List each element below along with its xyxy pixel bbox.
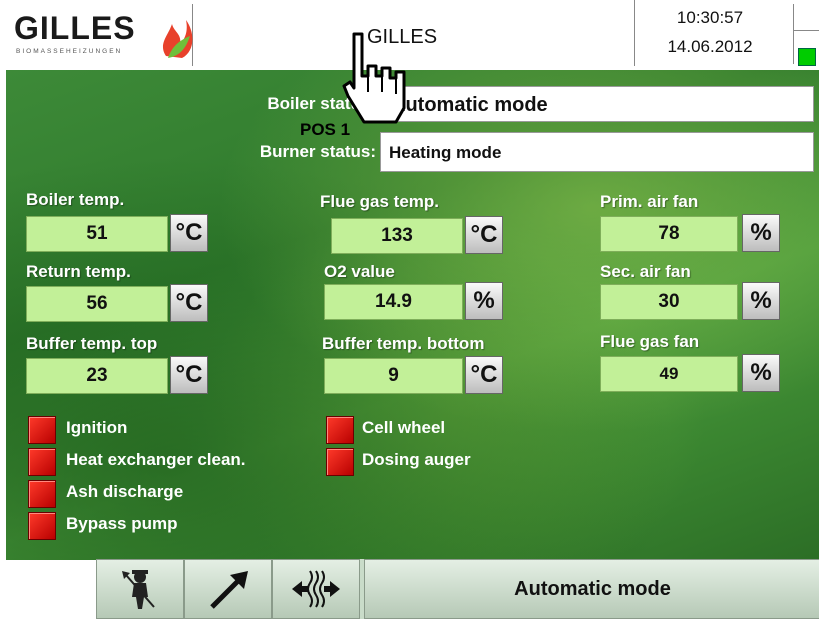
ash-discharge-lamp-icon	[28, 480, 56, 508]
buffer-bottom-value[interactable]: 9	[324, 358, 463, 394]
signal-indicator-icon	[798, 48, 816, 66]
burner-status-label: Burner status:	[259, 142, 376, 161]
heat-exchanger-label: Heat exchanger clean.	[66, 450, 246, 469]
o2-value-unit: %	[465, 282, 503, 320]
boiler-control-screen: GILLES BIOMASSEHEIZUNGEN GILLES 10:30:57…	[0, 0, 819, 619]
flue-gas-fan-unit: %	[742, 354, 780, 392]
time-display: 10:30:57	[676, 8, 744, 27]
chimney-sweep-button[interactable]	[96, 559, 184, 619]
boiler-temp-unit: °C	[170, 214, 208, 252]
bottom-spacer	[0, 560, 96, 619]
logo[interactable]: GILLES BIOMASSEHEIZUNGEN	[6, 4, 193, 66]
return-temp-label: Return temp.	[26, 262, 131, 281]
boiler-temp-value[interactable]: 51	[26, 216, 168, 252]
cell-wheel-lamp-icon	[326, 416, 354, 444]
bottom-toolbar: Automatic mode	[96, 559, 819, 619]
heat-exchange-button[interactable]	[272, 559, 360, 619]
connection-status	[793, 4, 819, 66]
hand-pointer-icon	[342, 32, 406, 124]
divider	[794, 30, 819, 31]
ash-discharge-label: Ash discharge	[66, 482, 184, 501]
dosing-auger-label: Dosing auger	[362, 450, 471, 469]
main-panel: Boiler status: Automatic mode Burner sta…	[6, 70, 819, 560]
buffer-bottom-label: Buffer temp. bottom	[322, 334, 485, 353]
cell-wheel-label: Cell wheel	[362, 418, 446, 437]
o2-value-value[interactable]: 14.9	[324, 284, 463, 320]
ignition-lamp-icon	[28, 416, 56, 444]
flue-gas-temp-value[interactable]: 133	[331, 218, 463, 254]
buffer-top-unit: °C	[170, 356, 208, 394]
o2-value-label: O2 value	[324, 262, 395, 281]
ignition-label: Ignition	[66, 418, 128, 437]
boiler-status-field[interactable]: Automatic mode	[380, 86, 814, 122]
date-display: 14.06.2012	[667, 37, 753, 56]
sec-air-fan-label: Sec. air fan	[600, 262, 691, 281]
clock: 10:30:57 14.06.2012	[634, 0, 795, 66]
heat-exchanger-lamp-icon	[28, 448, 56, 476]
flue-gas-temp-unit: °C	[465, 216, 503, 254]
buffer-bottom-unit: °C	[465, 356, 503, 394]
logo-text: GILLES	[14, 10, 136, 46]
flue-gas-temp-label: Flue gas temp.	[320, 192, 440, 211]
prim-air-fan-value[interactable]: 78	[600, 216, 738, 252]
sec-air-fan-unit: %	[742, 282, 780, 320]
bypass-pump-lamp-icon	[28, 512, 56, 540]
bypass-pump-label: Bypass pump	[66, 514, 178, 533]
return-temp-unit: °C	[170, 284, 208, 322]
arrow-up-right-icon	[210, 571, 248, 609]
boiler-temp-label: Boiler temp.	[26, 190, 125, 209]
prim-air-fan-unit: %	[742, 214, 780, 252]
chimney-sweep-icon	[122, 570, 155, 609]
flame-leaf-icon	[162, 20, 193, 58]
flue-gas-fan-value[interactable]: 49	[600, 356, 738, 392]
buffer-top-label: Buffer temp. top	[26, 334, 158, 353]
buffer-top-value[interactable]: 23	[26, 358, 168, 394]
mode-display[interactable]: Automatic mode	[364, 559, 819, 619]
prim-air-fan-label: Prim. air fan	[600, 192, 699, 211]
heat-exchange-icon	[292, 570, 340, 608]
sec-air-fan-value[interactable]: 30	[600, 284, 738, 320]
burner-status-field[interactable]: Heating mode	[380, 132, 814, 172]
logo-subtitle: BIOMASSEHEIZUNGEN	[16, 48, 123, 55]
return-temp-value[interactable]: 56	[26, 286, 168, 322]
dosing-auger-lamp-icon	[326, 448, 354, 476]
arrow-button[interactable]	[184, 559, 272, 619]
flue-gas-fan-label: Flue gas fan	[600, 332, 700, 351]
